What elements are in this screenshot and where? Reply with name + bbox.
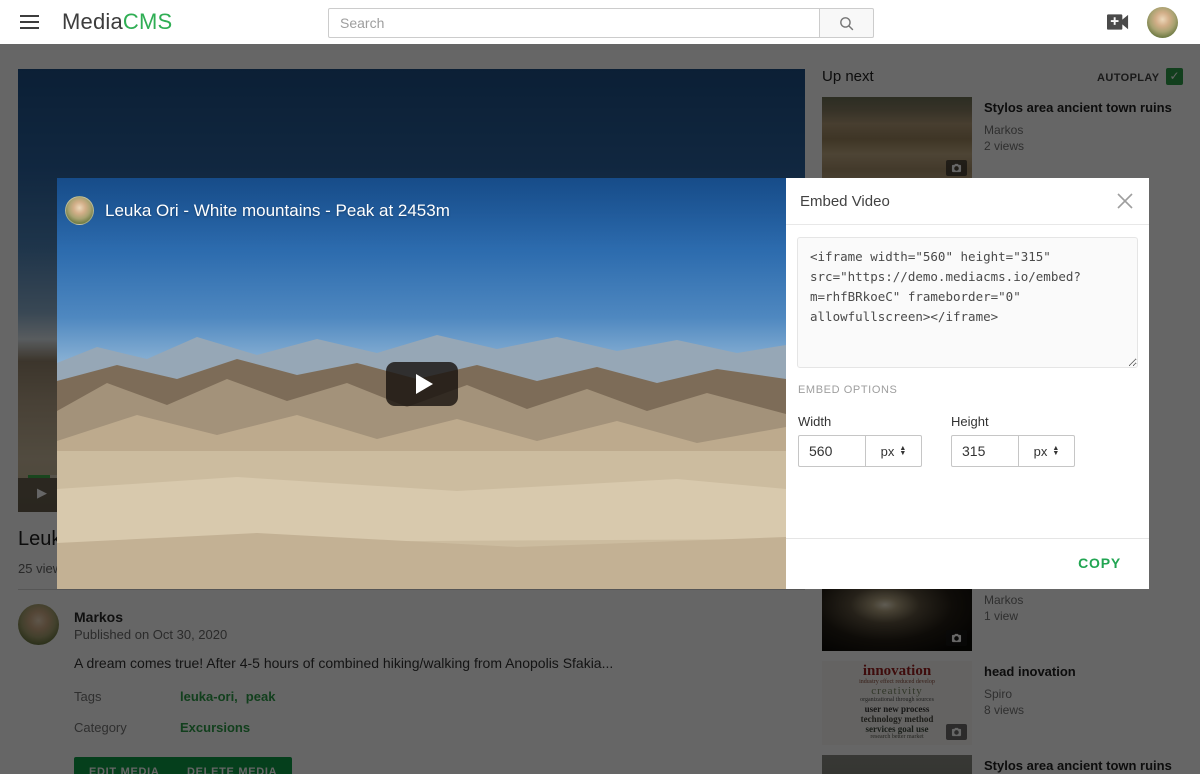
spinner-arrows-icon: ▲▼ xyxy=(899,446,906,456)
height-input[interactable] xyxy=(952,436,1018,466)
mediacms-app: MediaCMS ▶ Leuka Ori - White mountains -… xyxy=(0,0,1200,774)
user-avatar[interactable] xyxy=(1147,7,1178,38)
play-icon xyxy=(416,374,433,394)
play-button[interactable] xyxy=(386,362,458,406)
modal-footer: COPY xyxy=(786,538,1149,589)
preview-video-title: Leuka Ori - White mountains - Peak at 24… xyxy=(105,201,450,221)
search-input[interactable] xyxy=(328,8,820,38)
embed-video-modal: Leuka Ori - White mountains - Peak at 24… xyxy=(57,178,1149,589)
search-form xyxy=(328,8,874,38)
preview-author-avatar[interactable] xyxy=(65,196,94,225)
height-label: Height xyxy=(951,414,989,429)
width-field-group: px ▲▼ xyxy=(798,435,922,467)
width-unit-value: px xyxy=(881,444,895,459)
modal-title: Embed Video xyxy=(800,193,890,210)
height-unit-value: px xyxy=(1034,444,1048,459)
upload-media-icon[interactable] xyxy=(1107,13,1130,31)
width-label: Width xyxy=(798,414,831,429)
embed-preview-player[interactable]: Leuka Ori - White mountains - Peak at 24… xyxy=(57,178,786,589)
embed-options-label: EMBED OPTIONS xyxy=(798,384,897,396)
width-input[interactable] xyxy=(799,436,865,466)
search-icon xyxy=(838,15,855,32)
logo[interactable]: MediaCMS xyxy=(62,9,172,35)
height-unit-select[interactable]: px ▲▼ xyxy=(1018,436,1074,466)
mountain-scene xyxy=(57,319,786,589)
spinner-arrows-icon: ▲▼ xyxy=(1052,446,1059,456)
embed-options-panel: Embed Video <iframe width="560" height="… xyxy=(786,178,1149,589)
top-bar: MediaCMS xyxy=(0,0,1200,44)
hamburger-menu-icon[interactable] xyxy=(20,15,39,33)
logo-media-text: Media xyxy=(62,9,123,34)
embed-code-textarea[interactable]: <iframe width="560" height="315" src="ht… xyxy=(797,237,1138,368)
copy-button[interactable]: COPY xyxy=(1078,555,1121,571)
width-unit-select[interactable]: px ▲▼ xyxy=(865,436,921,466)
modal-header: Embed Video xyxy=(786,178,1149,225)
search-button[interactable] xyxy=(820,8,874,38)
logo-cms-text: CMS xyxy=(123,9,173,34)
height-field-group: px ▲▼ xyxy=(951,435,1075,467)
close-icon[interactable] xyxy=(1116,192,1134,210)
